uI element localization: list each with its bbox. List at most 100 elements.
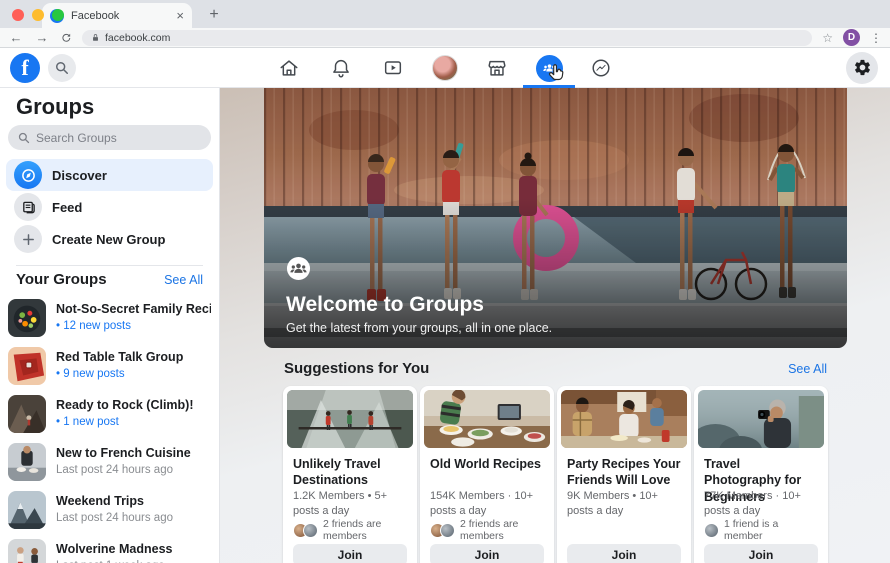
search-button[interactable]	[48, 54, 76, 82]
hero-subtitle: Get the latest from your groups, all in …	[286, 321, 552, 335]
browser-toolbar: ← → facebook.com ☆ D ⋮	[0, 28, 890, 48]
plus-icon	[14, 225, 42, 253]
browser-profile-avatar[interactable]: D	[843, 29, 860, 46]
friends-members-text: 2 friends are members	[460, 518, 544, 542]
browser-tab[interactable]: f Facebook ×	[42, 3, 192, 28]
search-icon	[18, 132, 30, 144]
group-title[interactable]: Unlikely Travel Destinations	[293, 456, 407, 489]
reload-icon[interactable]	[60, 32, 72, 44]
home-icon	[278, 57, 300, 79]
friend-avatars	[293, 523, 318, 538]
settings-button[interactable]	[846, 52, 878, 84]
join-button[interactable]: Join	[430, 544, 544, 563]
group-list-item[interactable]: Weekend TripsLast post 24 hours ago	[0, 486, 219, 534]
new-tab-button[interactable]: +	[204, 6, 224, 24]
messenger-icon	[590, 57, 612, 79]
join-button[interactable]: Join	[293, 544, 407, 563]
feed-icon	[14, 193, 42, 221]
group-list-item[interactable]: Wolverine MadnessLast post 1 week ago	[0, 534, 219, 563]
suggestion-card[interactable]: Old World Recipes 154K Members · 10+ pos…	[420, 386, 554, 563]
nav-home-tab[interactable]	[263, 48, 315, 88]
url-text: facebook.com	[105, 32, 170, 44]
lock-icon	[91, 33, 100, 42]
group-status: • 1 new post	[56, 414, 194, 430]
group-meta: 9K Members • 10+ posts a day	[567, 489, 681, 519]
sidebar-item-label: Create New Group	[52, 232, 165, 247]
back-icon[interactable]: ←	[8, 30, 24, 45]
search-groups-input[interactable]	[36, 131, 201, 145]
group-cover-photo	[561, 390, 687, 448]
nav-messenger-tab[interactable]	[575, 48, 627, 88]
groups-sidebar: Groups Discover Feed Crea	[0, 88, 220, 563]
group-thumbnail	[8, 539, 46, 563]
search-groups-field[interactable]	[8, 125, 211, 150]
group-name: Red Table Talk Group	[56, 350, 183, 366]
your-groups-see-all-link[interactable]: See All	[164, 273, 203, 287]
tab-title: Facebook	[71, 10, 169, 22]
marketplace-icon	[486, 57, 508, 79]
group-thumbnail	[8, 347, 46, 385]
join-button[interactable]: Join	[704, 544, 818, 563]
group-title[interactable]: Party Recipes Your Friends Will Love	[567, 456, 681, 489]
suggestions-title: Suggestions for You	[284, 360, 429, 377]
window-minimize-button[interactable]	[32, 9, 44, 21]
group-status: Last post 24 hours ago	[56, 510, 173, 526]
group-status: Last post 1 week ago	[56, 558, 172, 563]
group-title[interactable]: Travel Photography for Beginners	[704, 456, 818, 489]
sidebar-item-label: Feed	[52, 200, 82, 215]
facebook-top-nav: f	[0, 48, 890, 88]
suggestion-card[interactable]: Party Recipes Your Friends Will Love 9K …	[557, 386, 691, 563]
group-name: Ready to Rock (Climb)!	[56, 398, 194, 414]
address-bar[interactable]: facebook.com	[82, 30, 812, 46]
page-title: Groups	[16, 94, 219, 120]
divider	[16, 265, 203, 266]
watch-icon	[382, 57, 404, 79]
group-list-item[interactable]: Red Table Talk Group• 9 new posts	[0, 342, 219, 390]
group-name: New to French Cuisine	[56, 446, 191, 462]
suggestions-see-all-link[interactable]: See All	[788, 362, 827, 376]
gear-icon	[853, 58, 872, 77]
friends-members-text: 1 friend is a member	[724, 518, 818, 542]
main-content: Welcome to Groups Get the latest from yo…	[220, 88, 890, 563]
hero-title: Welcome to Groups	[286, 292, 552, 317]
nav-watch-tab[interactable]	[367, 48, 419, 88]
sidebar-item-discover[interactable]: Discover	[6, 159, 213, 191]
group-cover-photo	[287, 390, 413, 448]
sidebar-item-label: Discover	[52, 168, 107, 183]
nav-groups-tab[interactable]	[523, 48, 575, 88]
window-close-button[interactable]	[12, 9, 24, 21]
group-thumbnail	[8, 299, 46, 337]
group-status: • 12 new posts	[56, 318, 211, 334]
sidebar-item-create-new-group[interactable]: Create New Group	[6, 223, 213, 255]
hand-cursor	[545, 63, 567, 85]
tab-close-icon[interactable]: ×	[176, 8, 184, 23]
group-status: Last post 24 hours ago	[56, 462, 191, 478]
browser-menu-icon[interactable]: ⋮	[870, 31, 882, 45]
window-zoom-button[interactable]	[52, 9, 64, 21]
group-meta: 77K Members · 10+ posts a day	[704, 489, 818, 519]
join-button[interactable]: Join	[567, 544, 681, 563]
nav-profile-tab[interactable]	[419, 48, 471, 88]
group-thumbnail	[8, 395, 46, 433]
sidebar-item-feed[interactable]: Feed	[6, 191, 213, 223]
your-groups-title: Your Groups	[16, 271, 107, 288]
nav-marketplace-tab[interactable]	[471, 48, 523, 88]
suggestion-card[interactable]: Unlikely Travel Destinations 1.2K Member…	[283, 386, 417, 563]
group-meta: 1.2K Members • 5+ posts a day	[293, 489, 407, 519]
group-list-item[interactable]: Not-So-Secret Family Recipes• 12 new pos…	[0, 294, 219, 342]
group-meta: 154K Members · 10+ posts a day	[430, 489, 544, 519]
group-list-item[interactable]: Ready to Rock (Climb)!• 1 new post	[0, 390, 219, 438]
compass-icon	[14, 161, 42, 189]
friend-avatars	[704, 523, 719, 538]
group-list-item[interactable]: New to French CuisineLast post 24 hours …	[0, 438, 219, 486]
facebook-logo[interactable]: f	[10, 53, 40, 83]
group-title[interactable]: Old World Recipes	[430, 456, 544, 489]
nav-notifications-tab[interactable]	[315, 48, 367, 88]
bookmark-star-icon[interactable]: ☆	[822, 31, 833, 45]
group-cover-photo	[698, 390, 824, 448]
forward-icon[interactable]: →	[34, 30, 50, 45]
search-icon	[55, 61, 69, 75]
suggestion-card[interactable]: Travel Photography for Beginners 77K Mem…	[694, 386, 828, 563]
window-controls	[12, 9, 64, 21]
group-name: Not-So-Secret Family Recipes	[56, 302, 211, 318]
